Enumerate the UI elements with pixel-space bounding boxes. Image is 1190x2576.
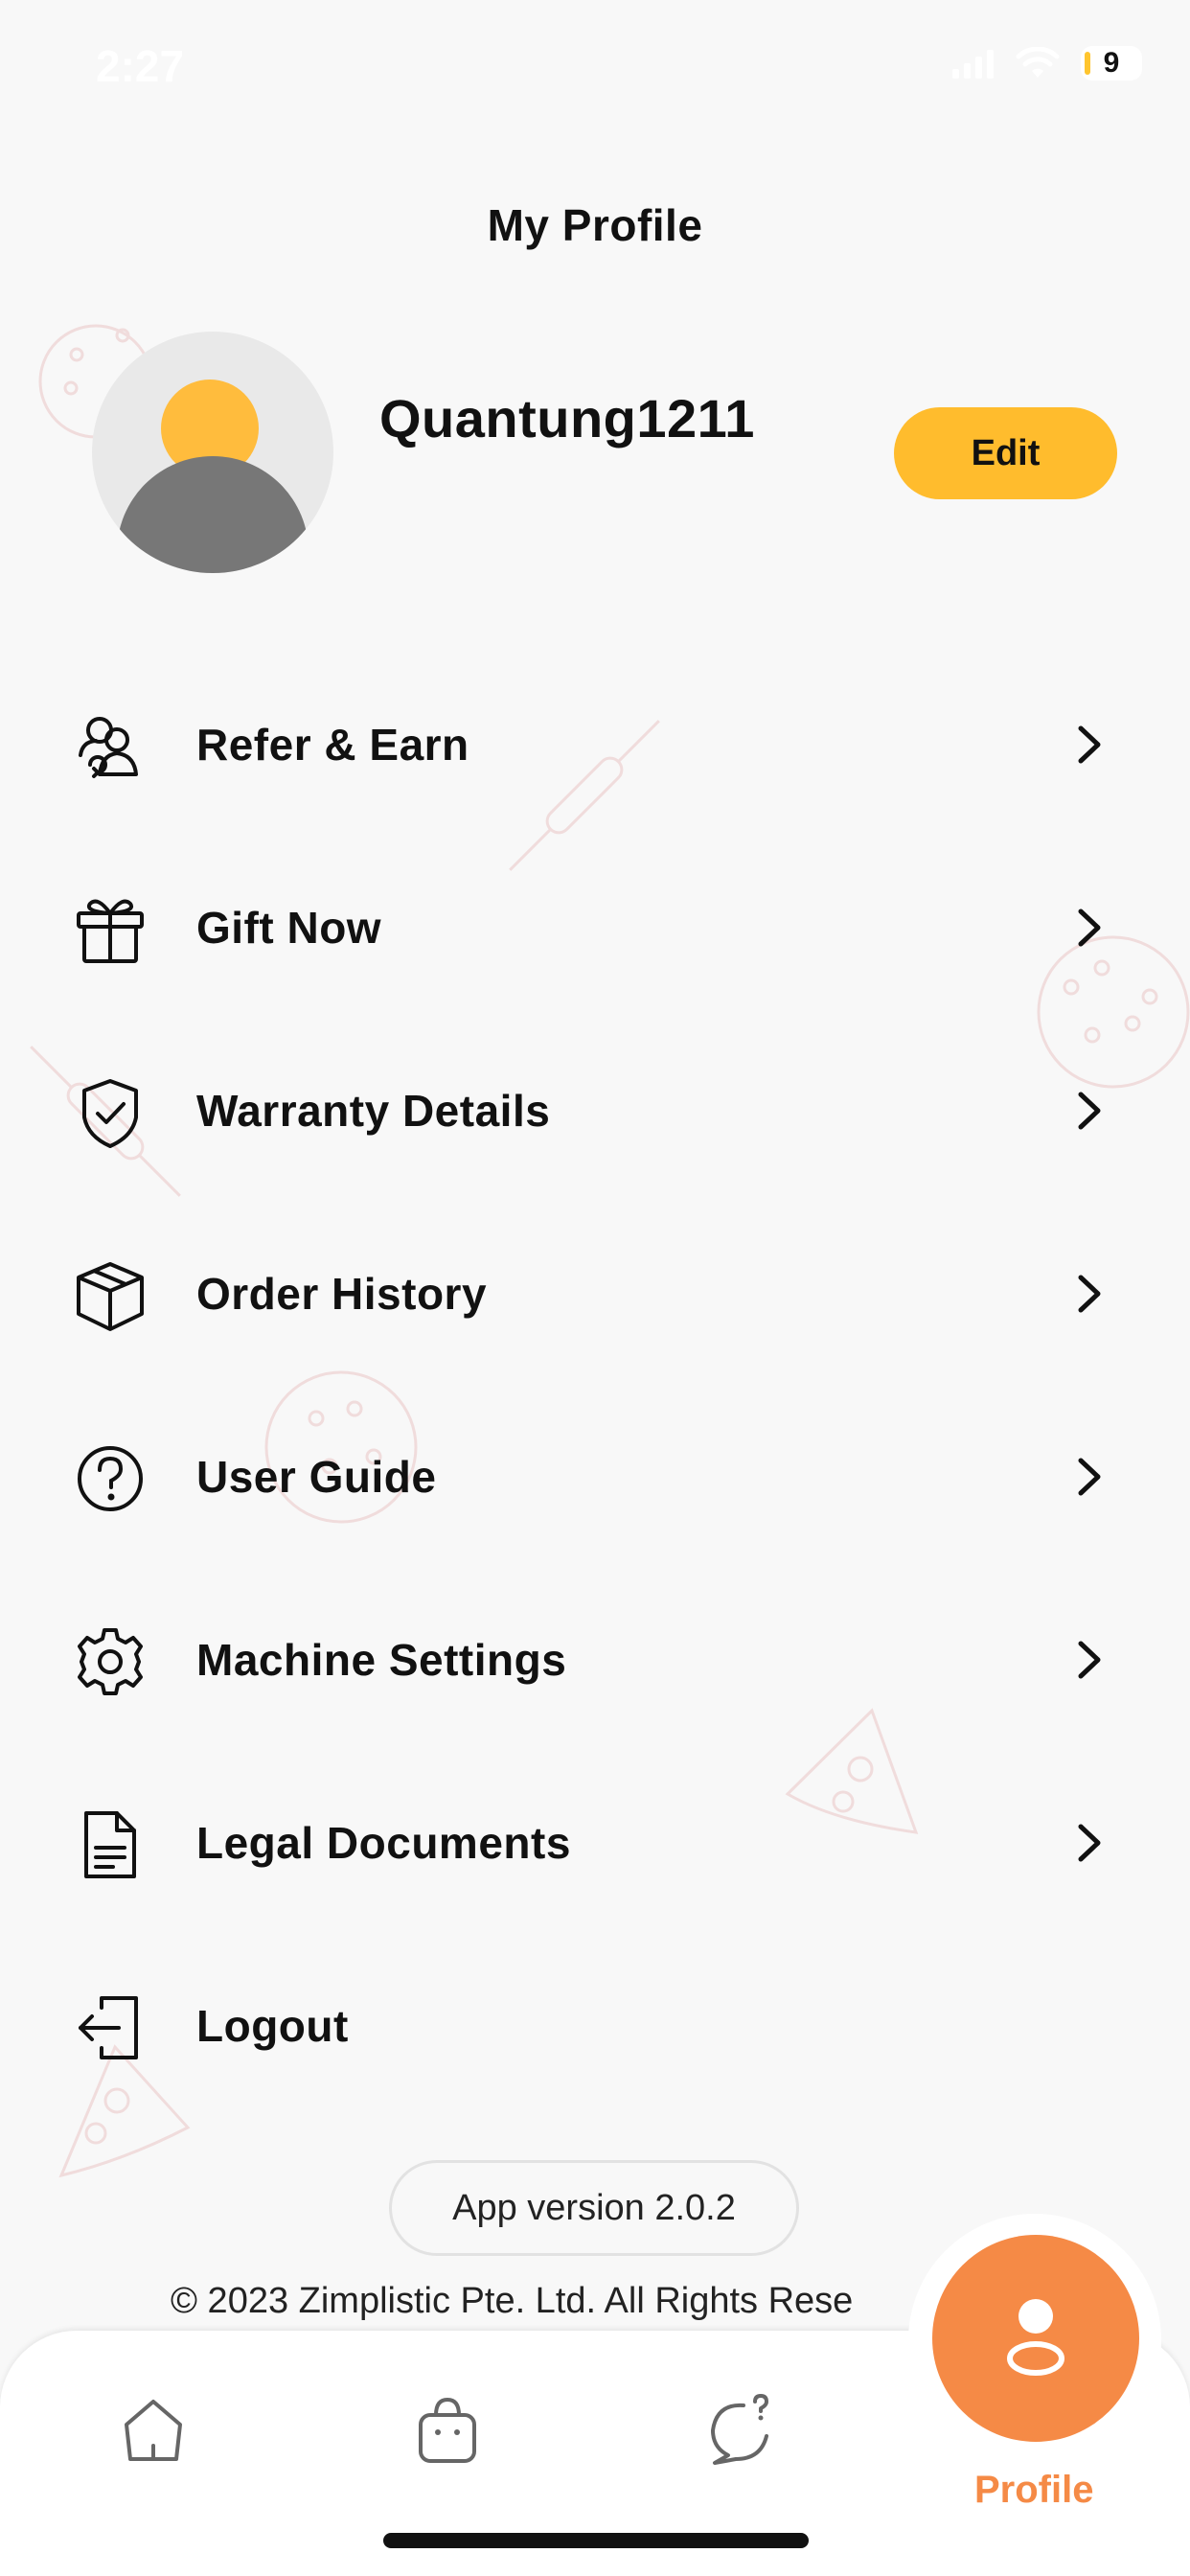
- chevron-right-icon: [1078, 1092, 1101, 1130]
- app-version-badge: App version 2.0.2: [389, 2160, 799, 2256]
- menu-label: Legal Documents: [196, 1818, 571, 1868]
- battery-level: 9: [1103, 47, 1120, 79]
- wifi-icon: [1016, 47, 1060, 78]
- chevron-right-icon: [1078, 1641, 1101, 1679]
- avatar-body: [117, 456, 309, 573]
- menu-label: Gift Now: [196, 903, 382, 953]
- menu-label: Machine Settings: [196, 1635, 567, 1685]
- menu-label: Order History: [196, 1269, 488, 1319]
- home-icon[interactable]: [115, 2392, 192, 2469]
- menu-label: Refer & Earn: [196, 720, 469, 770]
- chat-question-icon[interactable]: [701, 2392, 778, 2469]
- edit-profile-button[interactable]: Edit: [894, 407, 1117, 499]
- avatar[interactable]: [92, 332, 333, 573]
- username: Quantung1211: [379, 388, 755, 448]
- shield-check-icon: [82, 1079, 138, 1148]
- profile-tab-label: Profile: [974, 2469, 1094, 2511]
- chevron-right-icon: [1078, 1824, 1101, 1862]
- chevron-right-icon: [1078, 1458, 1101, 1496]
- copyright-text: © 2023 Zimplistic Pte. Ltd. All Rights R…: [171, 2281, 854, 2321]
- menu-item-logout[interactable]: Logout: [0, 1952, 1190, 2096]
- signal-icon: [952, 50, 994, 79]
- box-icon: [77, 1262, 144, 1331]
- document-icon: [84, 1811, 136, 1878]
- menu-item-refer-earn[interactable]: Refer & Earn: [0, 671, 1190, 815]
- gift-icon: [77, 899, 144, 963]
- question-circle-icon: [78, 1446, 143, 1511]
- menu-item-order-history[interactable]: Order History: [0, 1220, 1190, 1364]
- battery-indicator: 9: [1081, 46, 1142, 80]
- chevron-right-icon: [1078, 1275, 1101, 1313]
- menu-label: Warranty Details: [196, 1086, 551, 1136]
- menu-label: User Guide: [196, 1452, 437, 1502]
- logout-icon: [79, 1996, 138, 2059]
- status-icons: 9: [952, 46, 1142, 80]
- page-title: My Profile: [487, 200, 703, 250]
- menu-item-gift-now[interactable]: Gift Now: [0, 854, 1190, 998]
- menu-item-legal-documents[interactable]: Legal Documents: [0, 1769, 1190, 1913]
- bag-icon[interactable]: [409, 2392, 486, 2469]
- status-time: 2:27: [96, 41, 185, 91]
- chevron-right-icon: [1078, 908, 1101, 947]
- menu-label: Logout: [196, 2001, 349, 2051]
- home-indicator: [383, 2533, 809, 2548]
- menu-item-warranty-details[interactable]: Warranty Details: [0, 1037, 1190, 1181]
- profile-tab[interactable]: [932, 2235, 1139, 2442]
- refer-icon: [79, 717, 138, 778]
- gear-icon: [78, 1628, 143, 1695]
- profile-icon: [1007, 2299, 1064, 2376]
- menu-item-user-guide[interactable]: User Guide: [0, 1403, 1190, 1547]
- chevron-right-icon: [1078, 725, 1101, 764]
- menu-item-machine-settings[interactable]: Machine Settings: [0, 1586, 1190, 1730]
